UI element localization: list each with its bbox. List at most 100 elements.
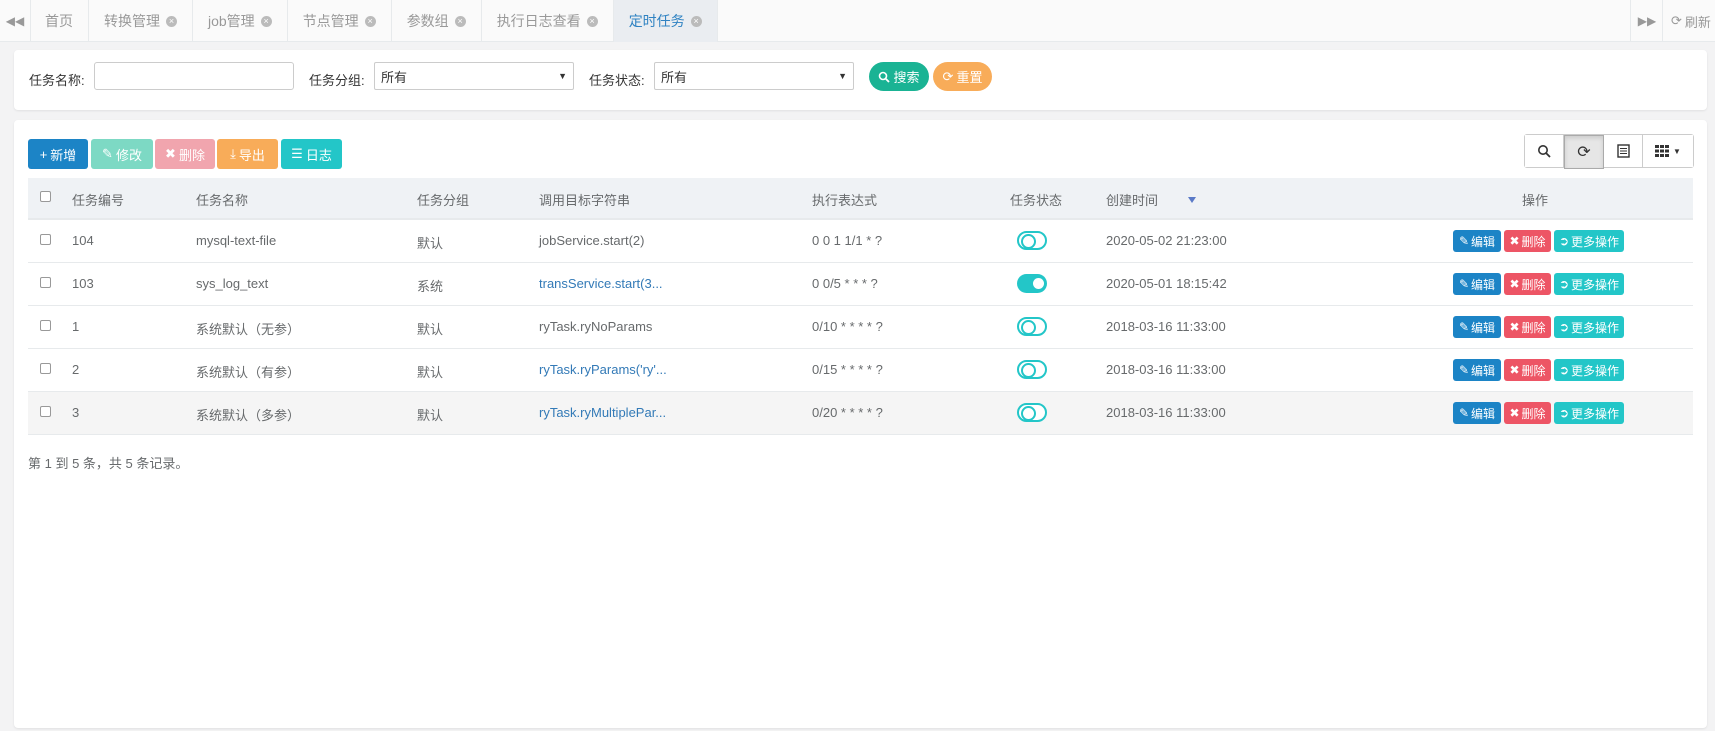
tab-3[interactable]: 节点管理 × xyxy=(288,0,392,42)
task-name-input[interactable] xyxy=(94,62,294,90)
row-more-label: 更多操作 xyxy=(1571,406,1620,421)
tab-0[interactable]: 首页 xyxy=(30,0,89,42)
row-more-button[interactable]: ➲ 更多操作 xyxy=(1554,273,1624,295)
tab-4[interactable]: 参数组 × xyxy=(392,0,482,42)
toggle-search-button[interactable] xyxy=(1525,135,1564,167)
status-toggle[interactable] xyxy=(1017,360,1047,379)
toggle-card-view-button[interactable] xyxy=(1604,135,1643,167)
caret-down-icon: ▼ xyxy=(838,71,847,81)
row-delete-button[interactable]: ✖ 删除 xyxy=(1504,359,1551,381)
reset-button-label: 重置 xyxy=(956,70,983,85)
header-create-time[interactable]: 创建时间 xyxy=(1106,190,1158,209)
double-chevron-left-icon: ◀◀ xyxy=(5,14,25,28)
row-more-label: 更多操作 xyxy=(1571,234,1620,249)
row-more-button[interactable]: ➲ 更多操作 xyxy=(1554,359,1624,381)
cell-task-name: 系统默认（有参） xyxy=(196,365,301,380)
close-icon: ✖ xyxy=(165,146,176,161)
add-button[interactable]: + 新增 xyxy=(28,139,88,169)
close-icon[interactable]: × xyxy=(454,15,466,27)
edit-icon: ✎ xyxy=(1458,406,1470,420)
row-delete-label: 删除 xyxy=(1521,363,1546,378)
close-icon[interactable]: × xyxy=(166,15,177,27)
cell-invoke-target[interactable]: ryTask.ryParams('ry'... xyxy=(539,362,667,377)
row-delete-button[interactable]: ✖ 删除 xyxy=(1504,273,1551,295)
row-edit-button[interactable]: ✎ 编辑 xyxy=(1453,230,1501,252)
status-toggle[interactable] xyxy=(1017,317,1047,336)
row-delete-button[interactable]: ✖ 删除 xyxy=(1504,402,1551,424)
status-toggle[interactable] xyxy=(1017,274,1047,293)
search-button-label: 搜索 xyxy=(893,70,920,85)
tab-label: job管理 xyxy=(208,13,255,29)
edit-icon: ✎ xyxy=(1458,363,1470,377)
row-more-button[interactable]: ➲ 更多操作 xyxy=(1554,230,1624,252)
close-icon[interactable]: × xyxy=(690,15,702,27)
tab-1[interactable]: 转换管理 × xyxy=(89,0,193,42)
columns-toggle-button[interactable]: ▼ xyxy=(1643,135,1693,167)
header-task-name: 任务名称 xyxy=(196,193,249,208)
table-tools-group: ⟳ ▼ xyxy=(1524,134,1694,169)
log-button[interactable]: ☰ 日志 xyxy=(281,139,342,169)
close-icon[interactable]: × xyxy=(260,15,272,27)
task-list-panel: + 新增 ✎ 修改 ✖ 删除 ⤓ 导出 ☰ 日志 ⟳ ▼ 任务编号 任务名称 任… xyxy=(14,120,1707,728)
tab-6[interactable]: 定时任务 × xyxy=(613,0,718,42)
delete-button[interactable]: ✖ 删除 xyxy=(155,139,215,169)
cell-create-time: 2018-03-16 11:33:00 xyxy=(1106,405,1226,420)
cell-task-name: 系统默认（无参） xyxy=(196,322,301,337)
export-button[interactable]: ⤓ 导出 xyxy=(217,139,278,169)
cell-task-group: 系统 xyxy=(417,279,444,294)
chevron-circle-icon: ➲ xyxy=(1558,320,1570,334)
table-body: 104 mysql-text-file 默认 jobService.start(2) 0… xyxy=(28,220,1693,435)
cell-cron-expression: 0 0 1 1/1 * ? xyxy=(812,233,883,248)
refresh-table-button[interactable]: ⟳ xyxy=(1564,135,1604,169)
toggle-knob xyxy=(1033,278,1044,289)
row-checkbox[interactable] xyxy=(40,277,51,288)
row-more-label: 更多操作 xyxy=(1571,277,1620,292)
close-icon[interactable]: × xyxy=(586,15,598,27)
task-group-select[interactable]: 所有 ▼ xyxy=(374,62,574,90)
cell-task-id: 103 xyxy=(72,276,94,291)
row-checkbox[interactable] xyxy=(40,234,51,245)
search-icon xyxy=(1538,145,1551,158)
row-checkbox[interactable] xyxy=(40,406,51,417)
task-status-select[interactable]: 所有 ▼ xyxy=(654,62,854,90)
status-toggle[interactable] xyxy=(1017,403,1047,422)
row-checkbox[interactable] xyxy=(40,320,51,331)
search-button[interactable]: 搜索 xyxy=(869,62,929,91)
tab-2[interactable]: job管理 × xyxy=(193,0,288,42)
row-delete-button[interactable]: ✖ 删除 xyxy=(1504,316,1551,338)
cell-task-id: 2 xyxy=(72,362,80,377)
edit-button[interactable]: ✎ 修改 xyxy=(91,139,153,169)
row-edit-button[interactable]: ✎ 编辑 xyxy=(1453,402,1501,424)
tab-5[interactable]: 执行日志查看 × xyxy=(482,0,614,42)
row-edit-label: 编辑 xyxy=(1471,277,1496,292)
toggle-knob xyxy=(1021,234,1036,249)
cell-task-id: 1 xyxy=(72,319,80,334)
toggle-knob xyxy=(1021,406,1036,421)
status-toggle[interactable] xyxy=(1017,231,1047,250)
row-delete-button[interactable]: ✖ 删除 xyxy=(1504,230,1551,252)
chevron-circle-icon: ➲ xyxy=(1558,277,1570,291)
cell-cron-expression: 0/10 * * * * ? xyxy=(812,319,883,334)
table-row: 103 sys_log_text 系统 transService.start(3...… xyxy=(28,263,1693,306)
select-all-checkbox[interactable] xyxy=(40,191,51,202)
row-more-button[interactable]: ➲ 更多操作 xyxy=(1554,402,1624,424)
delete-button-label: 删除 xyxy=(178,147,205,163)
cell-invoke-target[interactable]: ryTask.ryMultiplePar... xyxy=(539,405,666,420)
tabs-scroll-right-button[interactable]: ▶▶ xyxy=(1630,0,1663,42)
row-more-button[interactable]: ➲ 更多操作 xyxy=(1554,316,1624,338)
export-button-label: 导出 xyxy=(238,147,265,163)
row-edit-button[interactable]: ✎ 编辑 xyxy=(1453,316,1501,338)
row-edit-button[interactable]: ✎ 编辑 xyxy=(1453,273,1501,295)
search-panel: 任务名称: 任务分组: 所有 ▼ 任务状态: 所有 ▼ 搜索 ⟳ 重置 xyxy=(14,50,1707,110)
reset-button[interactable]: ⟳ 重置 xyxy=(933,62,992,91)
row-edit-button[interactable]: ✎ 编辑 xyxy=(1453,359,1501,381)
tab-label: 定时任务 xyxy=(628,13,685,29)
tabs-scroll-left-button[interactable]: ◀◀ xyxy=(0,0,31,42)
row-checkbox[interactable] xyxy=(40,363,51,374)
toggle-knob xyxy=(1021,363,1036,378)
close-icon[interactable]: × xyxy=(364,15,376,27)
row-more-label: 更多操作 xyxy=(1571,363,1620,378)
cell-invoke-target[interactable]: transService.start(3... xyxy=(539,276,663,291)
tab-refresh-button[interactable]: ⟳ 刷新 xyxy=(1662,0,1715,42)
card-view-icon xyxy=(1616,144,1630,158)
